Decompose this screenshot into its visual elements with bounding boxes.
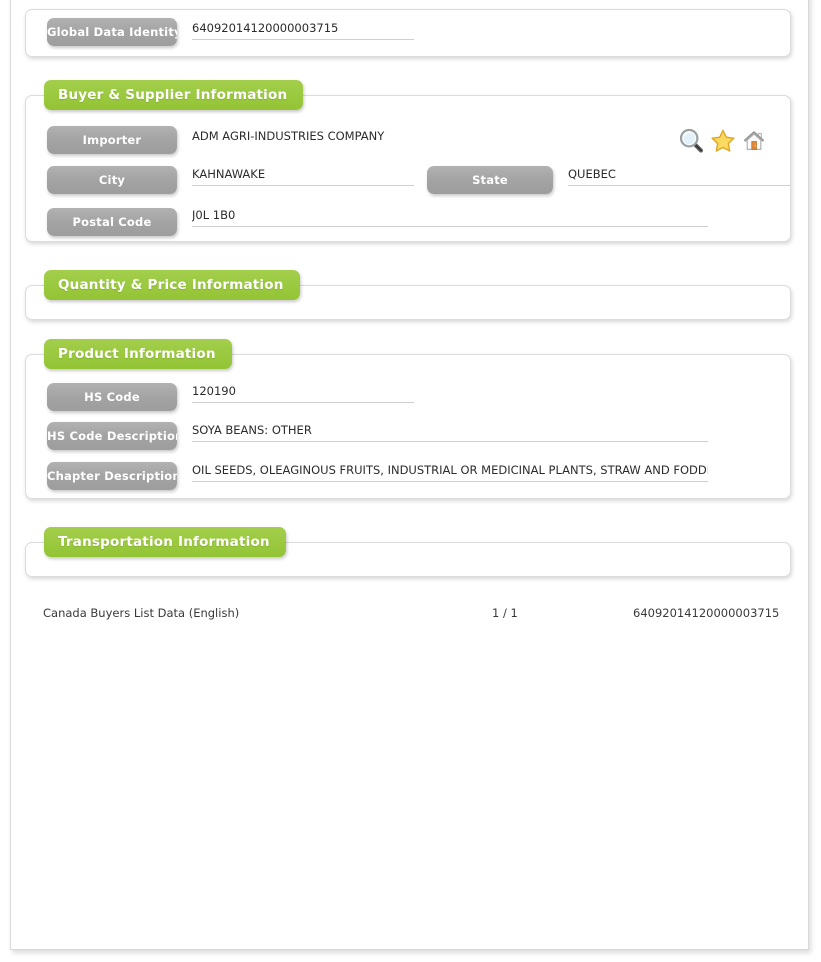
section-transportation-information: Transportation Information [25, 527, 791, 577]
section-legend-product-information: Product Information [44, 339, 232, 369]
field-label-chapter-description: Chapter Description [47, 462, 177, 490]
section-product-information: Product Information HS Code 120190 HS Co… [25, 339, 791, 499]
field-value-postal-code: J0L 1B0 [192, 208, 708, 227]
record-toolbar [676, 128, 776, 156]
field-value-hs-code-description: SOYA BEANS: OTHER [192, 423, 708, 442]
field-value-global-data-identity: 64092014120000003715 [192, 21, 414, 40]
field-label-importer: Importer [47, 126, 177, 154]
field-value-state: QUEBEC [568, 167, 790, 186]
field-label-state: State [427, 166, 553, 194]
field-value-importer: ADM AGRI-INDUSTRIES COMPANY [192, 129, 385, 143]
section-buyer-supplier-information: Buyer & Supplier Information Importer AD… [25, 80, 791, 242]
field-value-city: KAHNAWAKE [192, 167, 414, 186]
field-label-hs-code: HS Code [47, 383, 177, 411]
field-label-hs-code-description: HS Code Description [47, 422, 177, 450]
star-icon[interactable] [710, 128, 736, 154]
section-quantity-price-information: Quantity & Price Information [25, 270, 791, 320]
field-label-global-data-identity: Global Data Identity [47, 18, 177, 46]
field-value-chapter-description: OIL SEEDS, OLEAGINOUS FRUITS, INDUSTRIAL… [192, 463, 708, 482]
search-icon[interactable] [679, 128, 705, 154]
home-icon[interactable] [741, 128, 767, 154]
field-value-hs-code: 120190 [192, 384, 414, 403]
footer-source-label: Canada Buyers List Data (English) [43, 606, 240, 620]
field-label-postal-code: Postal Code [47, 208, 177, 236]
section-global-data-identity: Global Data Identity 6409201412000000371… [25, 9, 791, 57]
section-legend-transportation-information: Transportation Information [44, 527, 286, 557]
section-legend-buyer-supplier-information: Buyer & Supplier Information [44, 80, 304, 110]
field-label-city: City [47, 166, 177, 194]
footer-record-id: 64092014120000003715 [633, 606, 780, 620]
section-legend-quantity-price-information: Quantity & Price Information [44, 270, 300, 300]
footer-page-indicator: 1 / 1 [492, 606, 518, 620]
